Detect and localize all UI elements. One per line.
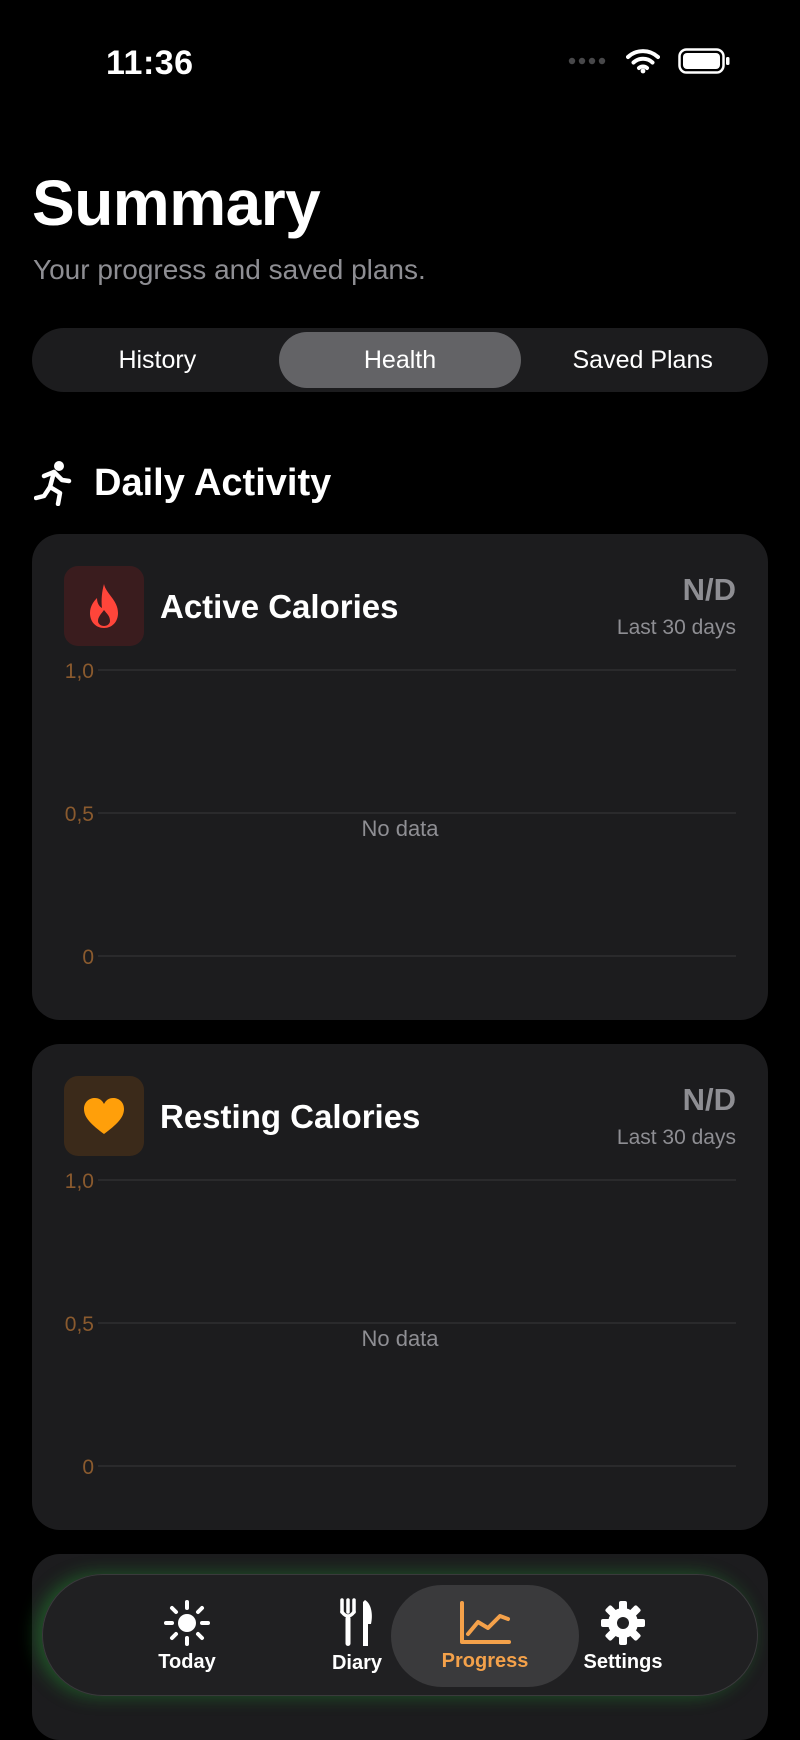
card-value: N/D [682,1082,736,1117]
tab-settings[interactable]: Settings [529,1585,717,1687]
battery-icon [678,48,730,74]
chart-line-icon [460,1600,511,1644]
active-calories-card[interactable]: 1,0 0,5 0 Active Calories N/D Last 30 days… [32,534,768,1020]
tab-label: Diary [331,1651,383,1674]
tab-label: Progress [441,1649,529,1672]
wifi-icon [626,49,660,74]
card-title: Resting Calories [160,1098,421,1135]
card-icon-box [64,566,144,646]
sun-icon [164,1599,210,1646]
tab-label: Today [158,1650,216,1673]
section-header: Daily Activity [34,460,331,506]
running-figure-icon [34,461,72,506]
y-tick-label: 0 [82,1456,94,1479]
segmented-control: History Health Saved Plans [32,328,768,392]
no-data-label: No data [361,1326,439,1351]
section-title: Daily Activity [94,461,332,504]
status-time: 11:36 [106,44,194,82]
flame-icon [90,584,118,628]
card-value: N/D [682,572,736,607]
card-title: Active Calories [160,588,399,625]
status-bar: 11:36 [0,0,800,130]
y-tick-label: 0 [82,946,94,969]
segment-health[interactable]: Health [278,332,522,388]
page-subtitle: Your progress and saved plans. [33,254,426,285]
y-tick-label: 1,0 [65,660,94,683]
segment-history[interactable]: History [36,332,279,388]
card-period: Last 30 days [616,616,736,639]
cellular-signal-icon [568,57,606,65]
tab-bar: Today Diary Progress Settings [42,1574,758,1696]
no-data-label: No data [361,816,439,841]
heart-icon [84,1098,124,1134]
card-icon-box [64,1076,144,1156]
status-icons [568,48,730,74]
tab-today[interactable]: Today [93,1585,281,1687]
page-title: Summary [32,167,321,239]
tab-label: Settings [583,1650,663,1673]
resting-calories-card[interactable]: 1,0 0,5 0 Resting Calories N/D Last 30 day… [32,1044,768,1530]
card-period: Last 30 days [616,1126,736,1149]
fork-knife-icon [340,1597,372,1646]
segment-saved-plans[interactable]: Saved Plans [521,332,764,388]
gear-icon [601,1600,645,1645]
y-tick-label: 1,0 [65,1170,94,1193]
